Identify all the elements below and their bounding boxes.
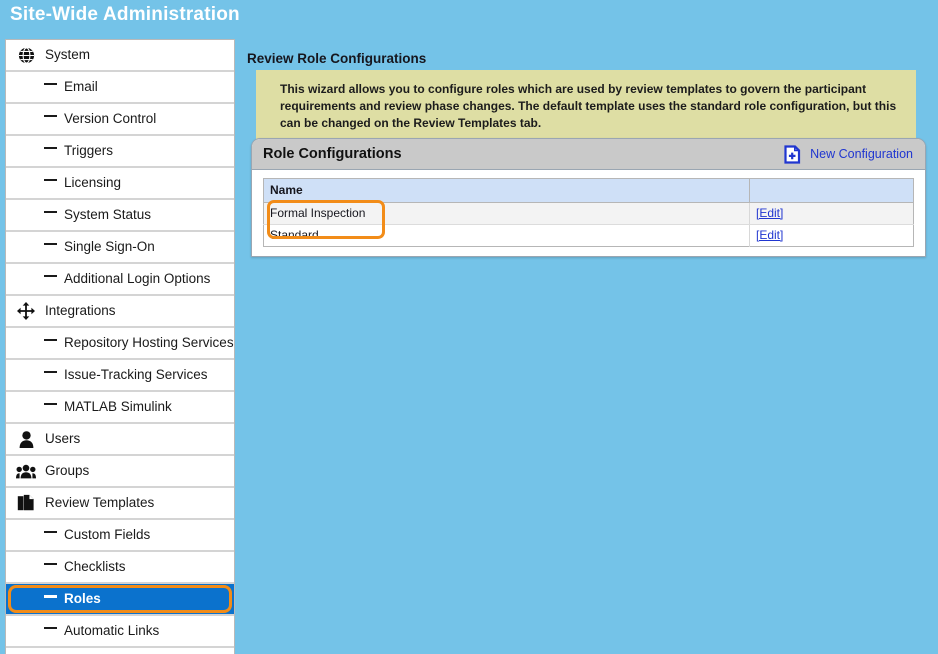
sidebar-item-issue-tracking-services[interactable]: Issue-Tracking Services [6,360,234,392]
sidebar-item-label: Integrations [45,304,116,318]
user-icon [16,429,36,449]
cell-actions: [Edit] [750,225,914,247]
sidebar-item-additional-login-options[interactable]: Additional Login Options [6,264,234,296]
sidebar-child-dash [44,115,57,117]
sidebar-item-label: Groups [45,464,89,478]
sidebar-item-roles[interactable]: Roles [6,584,234,616]
sidebar-item-single-sign-on[interactable]: Single Sign-On [6,232,234,264]
page-title: Site-Wide Administration [10,4,240,26]
info-banner: This wizard allows you to configure role… [256,70,916,144]
sidebar-child-dash [44,627,57,629]
sidebar-item-label: Checklists [64,560,126,574]
sidebar-item-matlab-simulink[interactable]: MATLAB Simulink [6,392,234,424]
role-configurations-panel: Role Configurations New Configuration Na… [251,138,926,257]
sidebar-item-custom-fields[interactable]: Custom Fields [6,520,234,552]
cell-actions: [Edit] [750,203,914,225]
sidebar-item-licensing[interactable]: Licensing [6,168,234,200]
table-body: Formal Inspection [Edit] Standard [Edit] [264,203,914,247]
table-row: Formal Inspection [Edit] [264,203,914,225]
sidebar-item-label: Automatic Links [64,624,159,638]
sidebar-item-version-control[interactable]: Version Control [6,104,234,136]
sidebar-item-integrations[interactable]: Integrations [6,296,234,328]
sidebar-item-label: Email [64,80,98,94]
sidebar-child-dash [44,339,57,341]
sidebar-child-dash [44,595,57,598]
panel-title: Role Configurations [263,146,784,162]
sidebar-item-label: Users [45,432,80,446]
sidebar-child-dash [44,403,57,405]
sidebar-child-dash [44,179,57,181]
sidebar-child-dash [44,147,57,149]
sidebar-item-system[interactable]: System [6,40,234,72]
sidebar-item-label: MATLAB Simulink [64,400,172,414]
globe-icon [16,45,36,65]
sidebar-item-automatic-links[interactable]: Automatic Links [6,616,234,648]
content-heading: Review Role Configurations [247,51,938,66]
documents-icon [16,493,36,513]
main-content: Review Role Configurations This wizard a… [240,39,938,654]
sidebar-item-groups[interactable]: Groups [6,456,234,488]
sidebar-item-label: Issue-Tracking Services [64,368,208,382]
sidebar-item-system-status[interactable]: System Status [6,200,234,232]
column-header-name: Name [264,179,750,203]
sidebar-child-dash [44,371,57,373]
sidebar-item-label: Triggers [64,144,113,158]
sidebar-item-label: Single Sign-On [64,240,155,254]
sidebar-item-label: Repository Hosting Services [64,336,234,350]
roles-table-wrapper: Name Formal Inspection [Edit] Standard [Edi… [263,178,914,247]
sidebar-item-label: Roles [64,592,101,606]
sidebar-item-review-templates[interactable]: Review Templates [6,488,234,520]
sidebar-item-triggers[interactable]: Triggers [6,136,234,168]
sidebar-item-label: Licensing [64,176,121,190]
users-group-icon [16,461,36,481]
sidebar-nav[interactable]: System Email Version Control Triggers Licens… [5,39,235,654]
panel-header: Role Configurations New Configuration [252,139,925,170]
sidebar-child-dash [44,531,57,533]
sidebar-item-repository-hosting-services[interactable]: Repository Hosting Services [6,328,234,360]
sidebar-child-dash [44,243,57,245]
sidebar-item-label: Version Control [64,112,156,126]
move-arrows-icon [16,301,36,321]
cell-role-name: Formal Inspection [264,203,750,225]
column-header-actions [750,179,914,203]
sidebar-item-checklists[interactable]: Checklists [6,552,234,584]
sidebar-item-label: System [45,48,90,62]
table-head: Name [264,179,914,203]
sidebar-item-label: Custom Fields [64,528,150,542]
table-row: Standard [Edit] [264,225,914,247]
sidebar-child-dash [44,83,57,85]
sidebar-item-email[interactable]: Email [6,72,234,104]
role-configurations-table: Name Formal Inspection [Edit] Standard [Edi… [263,178,914,247]
sidebar-child-dash [44,211,57,213]
selection-focus-outline [8,585,232,613]
edit-link[interactable]: [Edit] [756,228,783,242]
sidebar-child-dash [44,563,57,565]
edit-link[interactable]: [Edit] [756,206,783,220]
info-banner-text: This wizard allows you to configure role… [280,81,902,132]
new-document-icon [784,145,801,164]
sidebar-item-label: System Status [64,208,151,222]
new-configuration-button[interactable]: New Configuration [784,145,913,164]
table-header-row: Name [264,179,914,203]
sidebar-item-label: Additional Login Options [64,272,210,286]
sidebar-child-dash [44,275,57,277]
sidebar-item-label: Review Templates [45,496,154,510]
cell-role-name: Standard [264,225,750,247]
sidebar-item-users[interactable]: Users [6,424,234,456]
new-configuration-label[interactable]: New Configuration [810,147,913,161]
